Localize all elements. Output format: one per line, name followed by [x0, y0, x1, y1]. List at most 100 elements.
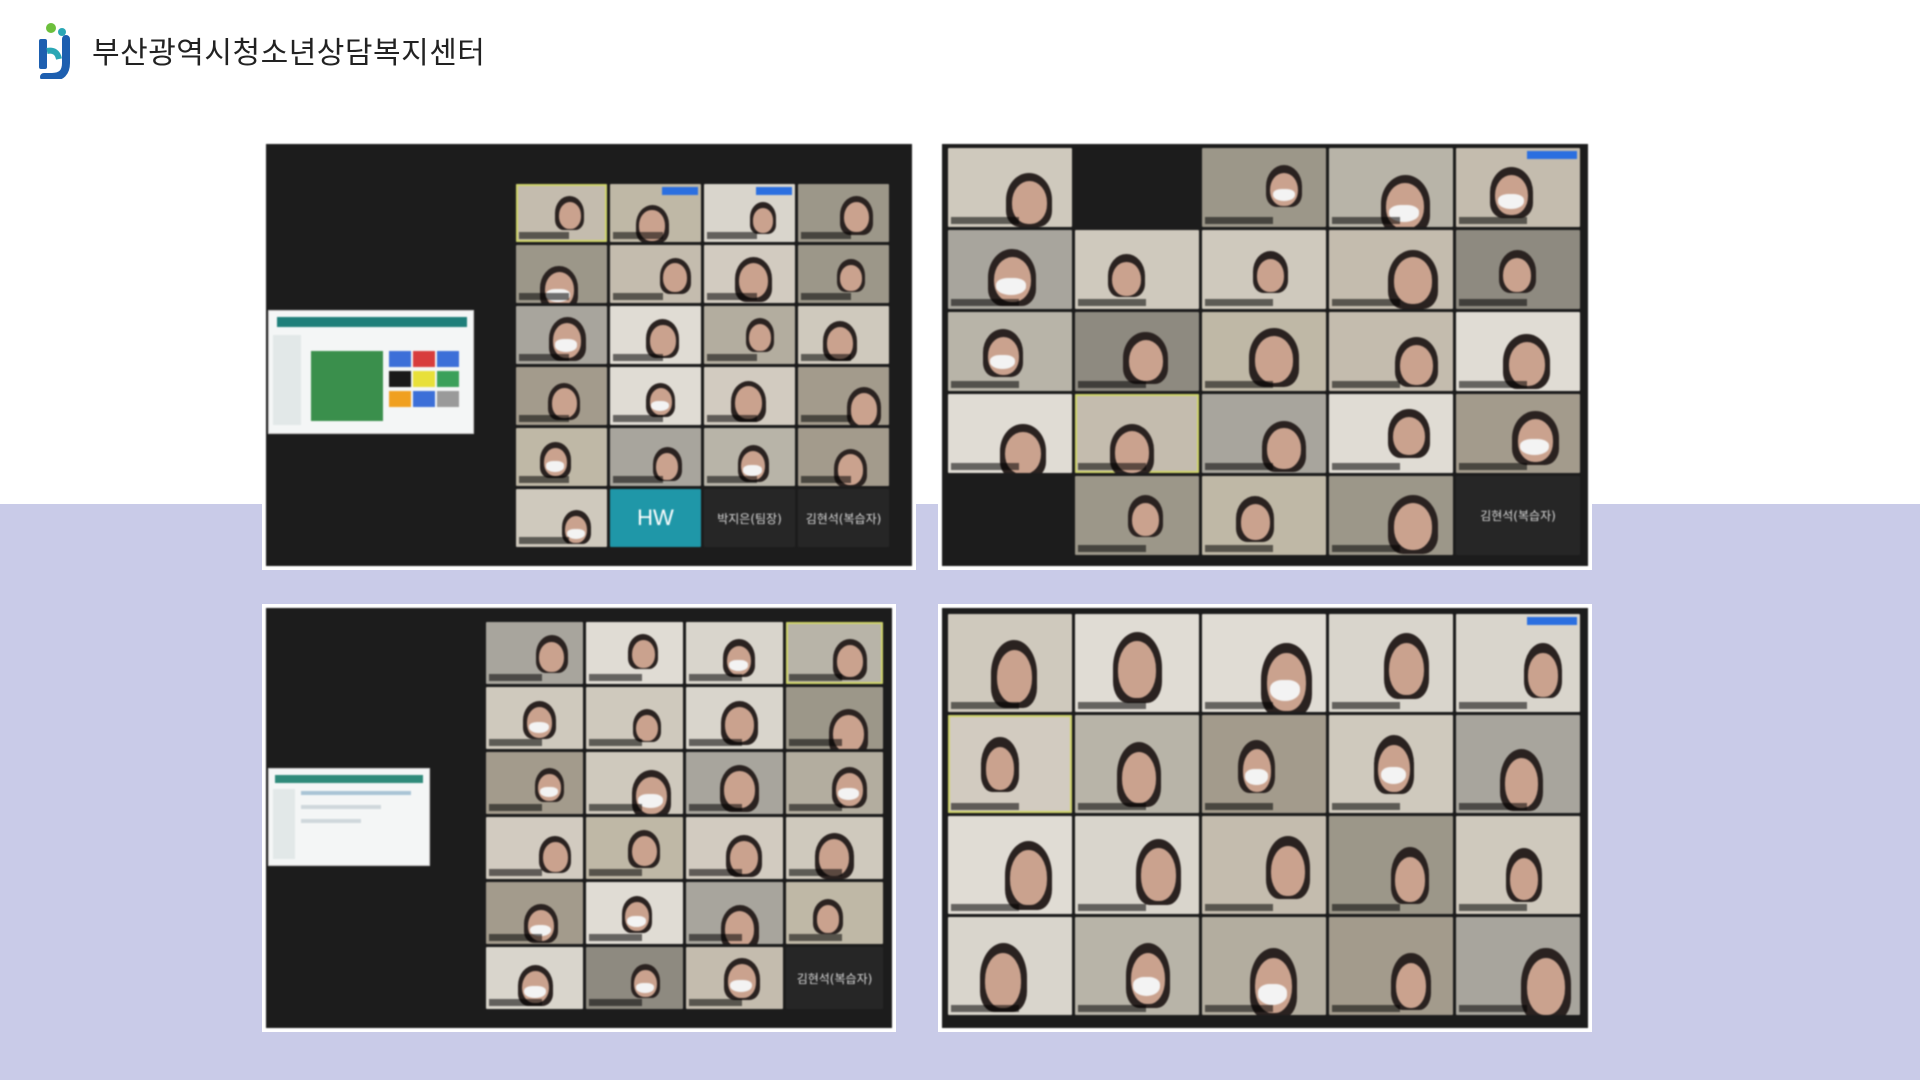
participant-video-tile	[1329, 476, 1453, 555]
participant-video-tile	[948, 816, 1072, 914]
participant-video-tile	[586, 882, 683, 944]
participant-video-tile	[586, 622, 683, 684]
participant-video-tile	[1456, 917, 1580, 1015]
participant-video-tile	[686, 882, 783, 944]
participant-video-tile	[786, 622, 883, 684]
zoom-meeting-view	[942, 608, 1588, 1028]
participant-video-tile	[1075, 614, 1199, 712]
participant-video-tile	[704, 306, 795, 364]
participant-video-tile	[798, 428, 889, 486]
participant-video-tile	[686, 687, 783, 749]
participant-video-tile	[586, 817, 683, 879]
participant-video-tile	[586, 687, 683, 749]
participant-video-tile	[1075, 394, 1199, 473]
zoom-screenshot-4	[938, 604, 1592, 1032]
participant-video-tile	[516, 367, 607, 425]
empty-tile	[948, 476, 1072, 555]
participant-video-tile	[786, 817, 883, 879]
participant-video-tile	[610, 367, 701, 425]
participant-video-tile	[948, 917, 1072, 1015]
participant-video-tile	[610, 184, 701, 242]
participant-grid: HW 박지은(팀장) 김현석(복습자)	[516, 184, 889, 547]
participant-video-tile	[948, 148, 1072, 227]
participant-video-tile	[786, 687, 883, 749]
zoom-meeting-view: HW 박지은(팀장) 김현석(복습자)	[266, 144, 912, 566]
participant-video-tile	[1329, 230, 1453, 309]
participant-video-tile	[1202, 394, 1326, 473]
participant-video-tile	[486, 622, 583, 684]
zoom-screenshot-2: 김현석(복습자)	[938, 140, 1592, 570]
participant-grid	[948, 614, 1580, 1015]
participant-video-tile	[1456, 614, 1580, 712]
participant-video-tile	[798, 184, 889, 242]
participant-video-tile	[786, 882, 883, 944]
zoom-meeting-view: 김현석(복습자)	[942, 144, 1588, 566]
zoom-screenshot-3: 김현석(복습자)	[262, 604, 896, 1032]
participant-video-tile	[948, 230, 1072, 309]
participant-grid: 김현석(복습자)	[486, 622, 883, 1009]
participant-video-tile	[1456, 394, 1580, 473]
participant-video-tile	[486, 817, 583, 879]
participant-video-tile	[1075, 917, 1199, 1015]
participant-video-tile	[1075, 312, 1199, 391]
participant-video-tile	[1329, 614, 1453, 712]
participant-name-tile: 김현석(복습자)	[1456, 476, 1580, 555]
shared-slide-thumbnail	[268, 768, 430, 866]
empty-tile	[1075, 148, 1199, 227]
participant-video-tile	[704, 367, 795, 425]
participant-video-tile	[610, 428, 701, 486]
participant-video-tile	[798, 306, 889, 364]
participant-video-tile	[516, 489, 607, 547]
participant-video-tile	[486, 947, 583, 1009]
participant-video-tile	[486, 882, 583, 944]
participant-video-tile	[1329, 715, 1453, 813]
participant-video-tile	[686, 752, 783, 814]
participant-video-tile	[704, 428, 795, 486]
participant-video-tile	[516, 428, 607, 486]
participant-video-tile	[1329, 816, 1453, 914]
participant-video-tile	[1456, 148, 1580, 227]
participant-video-tile	[610, 245, 701, 303]
participant-video-tile	[1202, 476, 1326, 555]
participant-video-tile	[1329, 917, 1453, 1015]
brand-name: 부산광역시청소년상담복지센터	[92, 36, 486, 71]
participant-video-tile	[948, 394, 1072, 473]
participant-video-tile	[610, 306, 701, 364]
participant-video-tile	[1202, 816, 1326, 914]
participant-video-tile	[704, 245, 795, 303]
participant-video-tile	[786, 752, 883, 814]
participant-video-tile	[516, 306, 607, 364]
participant-video-tile	[948, 312, 1072, 391]
participant-video-tile	[1202, 715, 1326, 813]
zoom-meeting-view: 김현석(복습자)	[266, 608, 892, 1028]
participant-video-tile	[1329, 312, 1453, 391]
participant-video-tile	[1202, 230, 1326, 309]
participant-video-tile	[798, 367, 889, 425]
participant-video-tile	[948, 614, 1072, 712]
participant-grid: 김현석(복습자)	[948, 148, 1580, 555]
participant-video-tile	[1075, 476, 1199, 555]
participant-video-tile	[1456, 230, 1580, 309]
participant-video-tile	[586, 947, 683, 1009]
participant-video-tile	[1329, 148, 1453, 227]
participant-video-tile	[1075, 715, 1199, 813]
participant-video-tile	[1202, 312, 1326, 391]
zoom-screenshot-1: HW 박지은(팀장) 김현석(복습자)	[262, 140, 916, 570]
participant-video-tile	[516, 184, 607, 242]
participant-video-tile	[1456, 312, 1580, 391]
busan-youth-counseling-logo	[39, 23, 70, 79]
participant-video-tile	[798, 245, 889, 303]
participant-video-tile	[686, 947, 783, 1009]
participant-video-tile	[1202, 917, 1326, 1015]
participant-video-tile	[1202, 614, 1326, 712]
participant-name-tile: 박지은(팀장)	[704, 489, 795, 547]
participant-video-tile	[686, 622, 783, 684]
participant-video-tile	[686, 817, 783, 879]
participant-initials-tile: HW	[610, 489, 701, 547]
participant-video-tile	[704, 184, 795, 242]
participant-video-tile	[1456, 715, 1580, 813]
participant-video-tile	[1329, 394, 1453, 473]
participant-video-tile	[486, 752, 583, 814]
shared-slide-thumbnail	[268, 310, 474, 434]
participant-name-tile: 김현석(복습자)	[798, 489, 889, 547]
